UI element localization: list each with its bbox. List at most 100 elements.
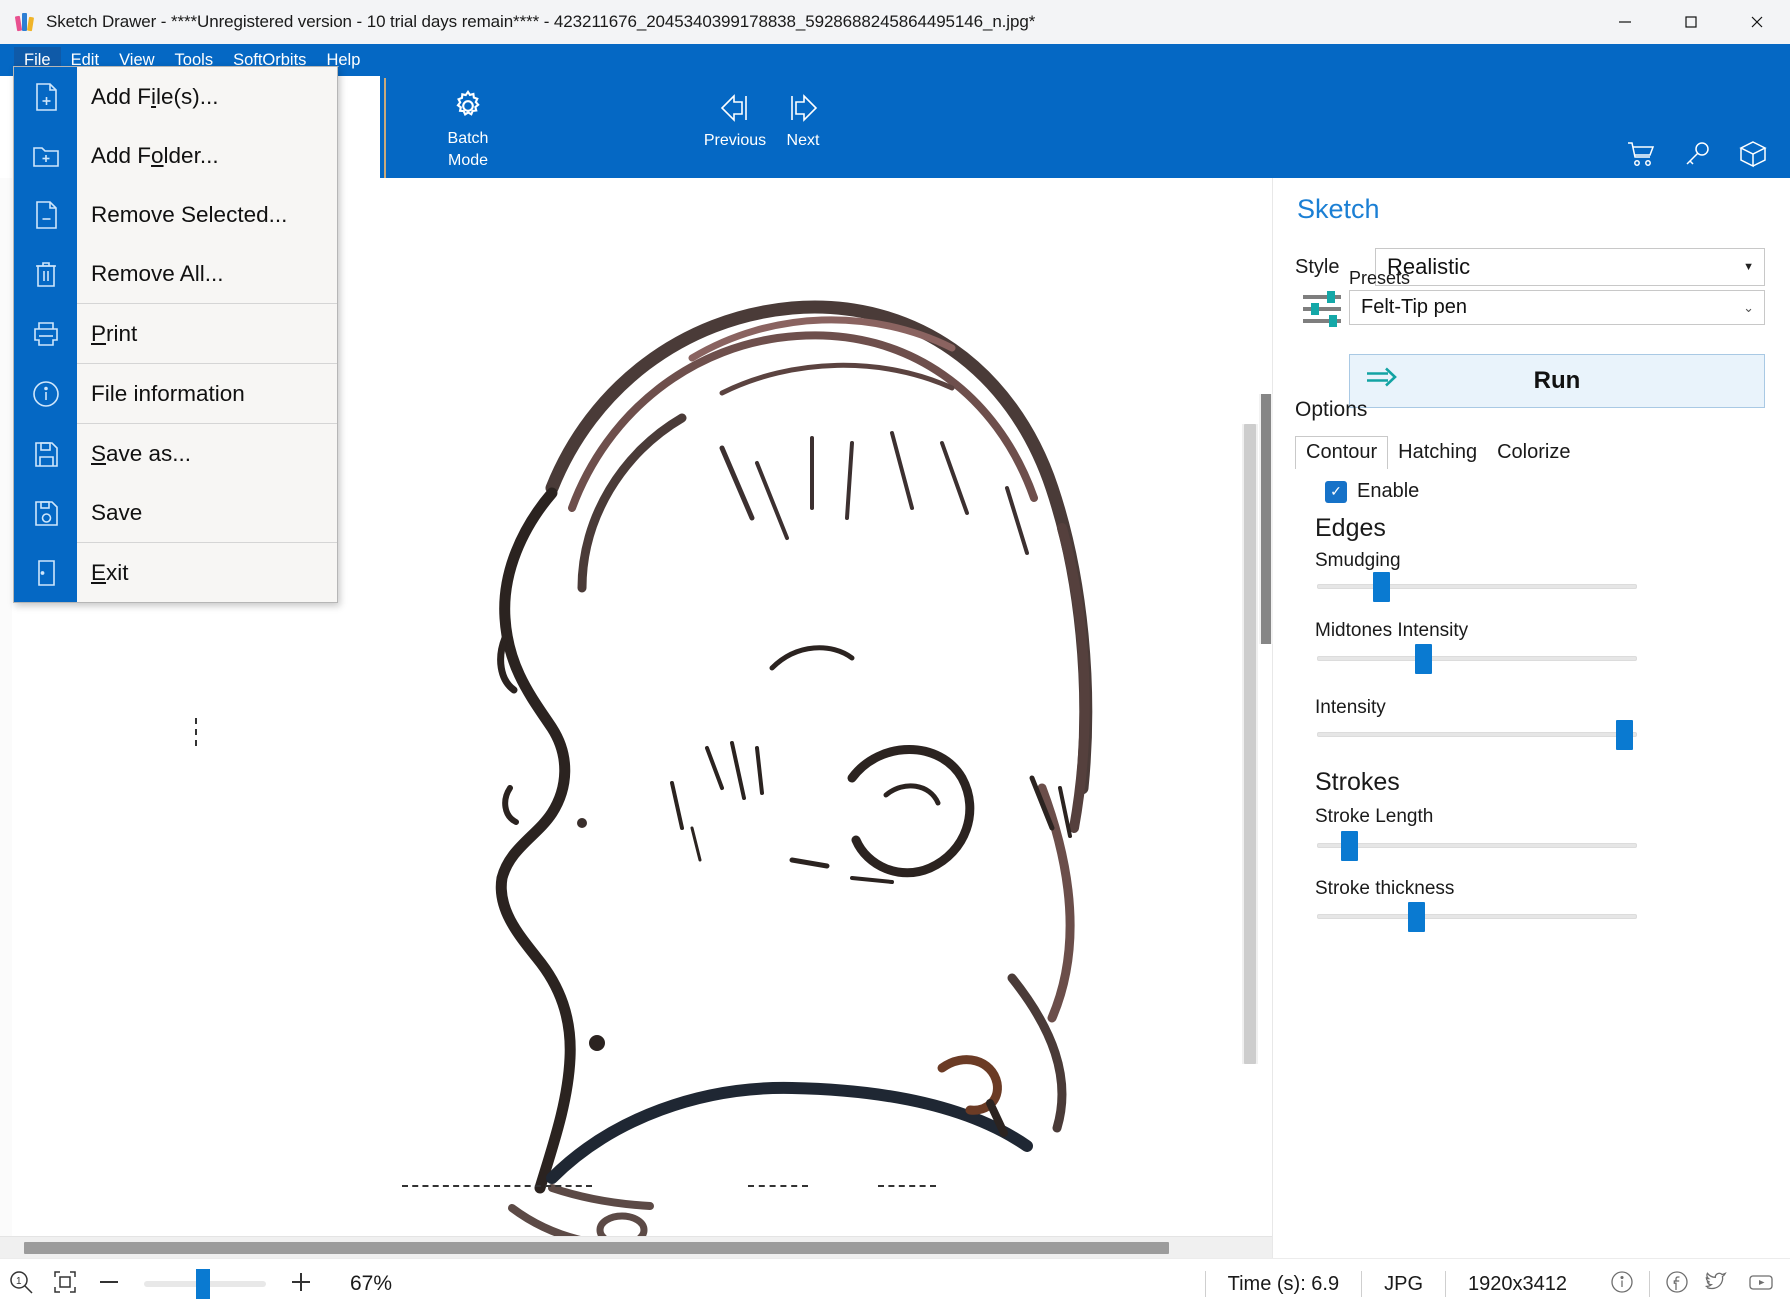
menu-item-label: Save as... (91, 440, 192, 466)
panel-title: Sketch (1297, 194, 1380, 224)
tab-hatching[interactable]: Hatching (1388, 437, 1487, 469)
slider-intensity[interactable] (1317, 720, 1637, 750)
menu-item-exit[interactable]: Exit (14, 543, 337, 602)
panel-scrollbar[interactable] (1259, 394, 1273, 644)
facebook-icon[interactable] (1664, 1269, 1690, 1300)
checkbox-checked-icon[interactable]: ✓ (1325, 480, 1347, 503)
zoom-percentage: 67% (350, 1272, 393, 1295)
gear-icon (450, 84, 486, 128)
status-divider (1649, 1271, 1650, 1297)
youtube-icon[interactable] (1746, 1269, 1776, 1300)
scrollbar-thumb[interactable] (24, 1242, 1169, 1254)
slider-midtones-intensity[interactable] (1317, 644, 1637, 674)
menu-item-add-folder[interactable]: Add Folder... (14, 126, 337, 185)
canvas-horizontal-scrollbar[interactable] (0, 1236, 1272, 1258)
tab-colorize[interactable]: Colorize (1487, 437, 1580, 469)
chevron-down-icon: ▼ (1743, 261, 1754, 273)
menu-item-remove-selected[interactable]: Remove Selected... (14, 185, 337, 244)
slider-thumb[interactable] (196, 1269, 210, 1299)
application-window: Sketch Drawer - ****Unregistered version… (0, 0, 1790, 1308)
fit-to-screen-icon[interactable] (52, 1269, 78, 1300)
selection-marker-left (402, 1185, 592, 1187)
slider-track (1317, 843, 1637, 848)
key-icon[interactable] (1682, 140, 1712, 173)
arrow-right-bar-icon (783, 86, 823, 130)
slider-label-smudging: Smudging (1315, 550, 1401, 571)
floppy-save-as-icon (14, 438, 77, 470)
zoom-one-to-one-icon[interactable]: 1 (8, 1269, 34, 1300)
selection-marker-right (878, 1185, 936, 1187)
maximize-button[interactable] (1658, 0, 1724, 44)
zoom-in-button[interactable] (288, 1269, 314, 1300)
box-icon[interactable] (1738, 140, 1768, 173)
slider-thumb[interactable] (1341, 831, 1358, 861)
slider-track (1317, 656, 1637, 661)
slider-thumb[interactable] (1373, 572, 1390, 602)
info-circle-icon (14, 378, 77, 410)
batch-mode-button[interactable]: Batch Mode (398, 84, 538, 171)
presets-label: Presets (1349, 268, 1411, 288)
floppy-save-icon (14, 497, 77, 529)
menu-item-save[interactable]: Save (14, 483, 337, 542)
menu-item-print[interactable]: Print (14, 304, 337, 363)
sliders-settings-icon (1299, 286, 1345, 337)
arrow-right-icon (1364, 366, 1400, 397)
slider-thumb[interactable] (1414, 644, 1432, 674)
enable-checkbox-row[interactable]: ✓ Enable (1325, 480, 1419, 503)
title-bar: Sketch Drawer - ****Unregistered version… (0, 0, 1790, 44)
run-label: Run (1533, 367, 1581, 394)
sketch-preview-image (495, 300, 1093, 1248)
menu-item-label: Save (91, 499, 143, 525)
selection-marker-vertical (195, 718, 197, 746)
menu-item-label: Add Folder... (91, 142, 219, 168)
canvas-left-strip (0, 178, 12, 1258)
slider-thumb[interactable] (1408, 902, 1426, 932)
file-add-icon (14, 81, 77, 113)
zoom-slider[interactable] (144, 1269, 266, 1299)
slider-track (1317, 732, 1637, 737)
menu-item-add-files[interactable]: Add File(s)... (14, 67, 337, 126)
menu-item-label: Remove All... (91, 260, 224, 286)
close-button[interactable] (1724, 0, 1790, 44)
slider-track (1317, 584, 1637, 589)
enable-label: Enable (1357, 480, 1420, 502)
slider-smudging[interactable] (1317, 572, 1637, 602)
twitter-icon[interactable] (1704, 1269, 1732, 1300)
style-select[interactable]: Realistic ▼ (1375, 248, 1765, 286)
slider-stroke-thickness[interactable] (1317, 902, 1637, 932)
group-heading-edges: Edges (1315, 514, 1386, 542)
cart-icon[interactable] (1626, 140, 1656, 173)
zoom-out-button[interactable] (96, 1269, 122, 1300)
tab-contour[interactable]: Contour (1295, 436, 1389, 469)
menu-item-file-information[interactable]: File information (14, 364, 337, 423)
status-icon-group (1589, 1269, 1776, 1300)
slider-label-stroke-length: Stroke Length (1315, 806, 1434, 827)
status-format: JPG (1361, 1271, 1445, 1297)
scrollbar-thumb[interactable] (1261, 394, 1271, 644)
info-circle-icon[interactable] (1609, 1269, 1635, 1300)
slider-stroke-length[interactable] (1317, 831, 1637, 861)
menu-item-remove-all[interactable]: Remove All... (14, 244, 337, 303)
selection-marker-mid (748, 1185, 808, 1187)
run-button[interactable]: Run (1349, 354, 1765, 408)
batch-mode-label-line1: Batch (447, 130, 489, 147)
scrollbar-thumb[interactable] (1244, 424, 1256, 1064)
menu-item-label: Add File(s)... (91, 83, 219, 109)
menu-item-label: File information (91, 380, 245, 406)
status-bar: 1 67% Time (s): 6.9 JPG 1920x3412 (0, 1258, 1790, 1308)
canvas-vertical-scrollbar[interactable] (1242, 424, 1258, 1064)
slider-label-stroke-thickness: Stroke thickness (1315, 878, 1455, 899)
slider-track (1317, 914, 1637, 919)
status-time: Time (s): 6.9 (1204, 1271, 1362, 1297)
trash-icon (14, 258, 77, 290)
chevron-down-icon: ⌄ (1743, 299, 1754, 315)
presets-select[interactable]: Felt-Tip pen ⌄ (1349, 290, 1765, 325)
next-button[interactable]: Next (748, 86, 858, 152)
slider-thumb[interactable] (1616, 720, 1634, 750)
status-dimensions: 1920x3412 (1445, 1271, 1589, 1297)
slider-label-intensity: Intensity (1315, 697, 1386, 718)
app-logo-icon (14, 11, 36, 33)
menu-item-save-as[interactable]: Save as... (14, 424, 337, 483)
minimize-button[interactable] (1592, 0, 1658, 44)
zoom-controls: 1 67% (8, 1259, 392, 1308)
